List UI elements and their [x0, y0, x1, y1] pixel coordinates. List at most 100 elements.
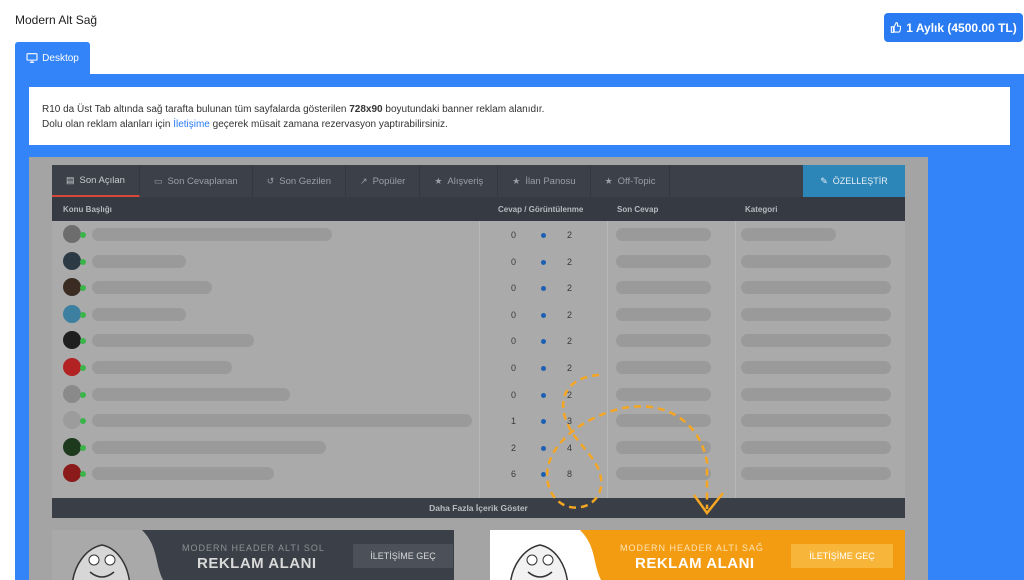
contact-button-label: İLETİŞİME GEÇ	[370, 551, 436, 561]
table-row[interactable]: 02	[52, 354, 905, 381]
customize-button[interactable]: ✎ ÖZELLEŞTİR	[803, 165, 905, 197]
online-indicator	[80, 232, 86, 238]
tab-alisveris[interactable]: ★ Alışveriş	[420, 165, 499, 197]
info-text: Dolu olan reklam alanları için	[42, 119, 171, 130]
customize-label: ÖZELLEŞTİR	[832, 176, 888, 186]
ad-right-contact-button[interactable]: İLETİŞİME GEÇ	[791, 544, 893, 568]
category-placeholder	[741, 360, 891, 374]
info-line-2: Dolu olan reklam alanları için İletişime…	[42, 117, 1010, 132]
info-text: R10 da Üst Tab altında sağ tarafta bulun…	[42, 104, 347, 115]
chat-icon: ▭	[153, 175, 163, 186]
avatar	[63, 251, 81, 270]
history-icon: ↺	[266, 175, 275, 186]
tab-label: Son Gezilen	[279, 175, 332, 187]
avatar	[63, 464, 81, 483]
table-row[interactable]: 68	[52, 460, 905, 487]
reply-count: 0	[511, 309, 517, 320]
tab-off-topic[interactable]: ★ Off-Topic	[591, 165, 671, 197]
topic-title-placeholder[interactable]	[92, 467, 274, 481]
avatar	[63, 225, 81, 243]
topic-title-placeholder[interactable]	[92, 414, 472, 428]
topic-title-placeholder[interactable]	[92, 440, 326, 454]
separator-dot	[541, 312, 546, 318]
tab-label: Alışveriş	[447, 175, 484, 187]
load-more-label: Daha Fazla İçerik Göster	[429, 503, 528, 513]
load-more-button[interactable]: Daha Fazla İçerik Göster	[52, 498, 905, 518]
topic-title-placeholder[interactable]	[92, 307, 186, 321]
separator-dot	[541, 233, 546, 238]
online-indicator	[80, 311, 86, 318]
avatar	[63, 384, 81, 403]
tab-populer[interactable]: ↗ Popüler	[346, 165, 421, 197]
category-placeholder	[741, 387, 891, 401]
category-placeholder	[741, 414, 891, 428]
document-icon: ▤	[66, 174, 75, 185]
category-placeholder	[741, 281, 891, 295]
online-indicator	[80, 418, 86, 425]
last-reply-placeholder	[616, 307, 711, 321]
info-box: R10 da Üst Tab altında sağ tarafta bulun…	[29, 87, 1010, 145]
table-row[interactable]: 02	[52, 248, 905, 275]
view-count: 2	[567, 230, 573, 240]
category-placeholder	[741, 334, 891, 348]
table-row[interactable]: 02	[52, 274, 905, 301]
dashed-arrow-graphic	[545, 373, 724, 516]
wrench-icon: ✎	[820, 175, 828, 186]
tab-desktop[interactable]: Desktop	[15, 42, 90, 74]
table-row[interactable]: 02	[52, 327, 905, 354]
table-row[interactable]: 02	[52, 381, 905, 408]
avatar	[63, 331, 81, 350]
topic-title-placeholder[interactable]	[92, 281, 212, 295]
topic-title-placeholder[interactable]	[92, 387, 290, 401]
reply-count: 0	[511, 362, 517, 373]
table-row[interactable]: 13	[52, 407, 905, 434]
tab-son-cevaplanan[interactable]: ▭ Son Cevaplanan	[140, 165, 253, 197]
star-icon: ★	[604, 175, 613, 186]
desktop-icon	[26, 53, 38, 63]
price-button[interactable]: 1 Aylık (4500.00 TL)	[884, 13, 1023, 42]
table-row[interactable]: 24	[52, 434, 905, 461]
last-reply-placeholder	[616, 254, 711, 268]
col-category: Kategori	[745, 205, 778, 214]
tab-son-acilan[interactable]: ▤ Son Açılan	[52, 165, 140, 197]
view-count: 2	[567, 256, 573, 267]
tab-son-gezilen[interactable]: ↺ Son Gezilen	[253, 165, 347, 197]
category-placeholder	[741, 228, 836, 241]
category-placeholder	[741, 307, 891, 321]
reply-count: 0	[511, 336, 517, 347]
forum-tabs: ▤ Son Açılan ▭ Son Cevaplanan ↺ Son Gezi…	[52, 165, 905, 197]
reply-count: 0	[511, 230, 517, 240]
star-icon: ★	[434, 175, 443, 186]
topic-title-placeholder[interactable]	[92, 334, 254, 348]
topic-title-placeholder[interactable]	[92, 254, 186, 268]
online-indicator	[80, 338, 86, 345]
trend-icon: ↗	[360, 175, 368, 186]
mascot-icon	[490, 530, 608, 580]
avatar	[63, 357, 81, 376]
tab-ilan-panosu[interactable]: ★ İlan Panosu	[498, 165, 591, 197]
online-indicator	[80, 364, 86, 371]
price-button-label: 1 Aylık (4500.00 TL)	[906, 20, 1017, 35]
tab-desktop-label: Desktop	[42, 52, 79, 64]
contact-button-label: İLETİŞİME GEÇ	[809, 551, 875, 561]
avatar	[63, 437, 81, 456]
banner-size: 728x90	[349, 104, 383, 115]
topic-title-placeholder[interactable]	[92, 360, 232, 374]
reply-count: 0	[511, 256, 517, 267]
forum-board-preview: ▤ Son Açılan ▭ Son Cevaplanan ↺ Son Gezi…	[52, 165, 905, 518]
table-row[interactable]: 02	[52, 221, 905, 248]
separator-dot	[541, 259, 546, 265]
mascot-icon	[52, 530, 170, 580]
ad-banner-right: MODERN HEADER ALTI SAĞ REKLAM ALANI İLET…	[490, 530, 905, 580]
tab-label: Popüler	[372, 175, 406, 187]
tab-label: Son Açılan	[79, 174, 125, 186]
table-row[interactable]: 02	[52, 301, 905, 328]
ad-left-contact-button[interactable]: İLETİŞİME GEÇ	[353, 544, 453, 568]
col-last-reply: Son Cevap	[617, 205, 659, 214]
last-reply-placeholder	[616, 334, 711, 348]
tab-label: Off-Topic	[617, 175, 656, 187]
contact-link[interactable]: İletişime	[173, 119, 210, 130]
topic-title-placeholder[interactable]	[92, 228, 332, 241]
last-reply-placeholder	[616, 228, 711, 241]
star-icon: ★	[512, 175, 521, 186]
